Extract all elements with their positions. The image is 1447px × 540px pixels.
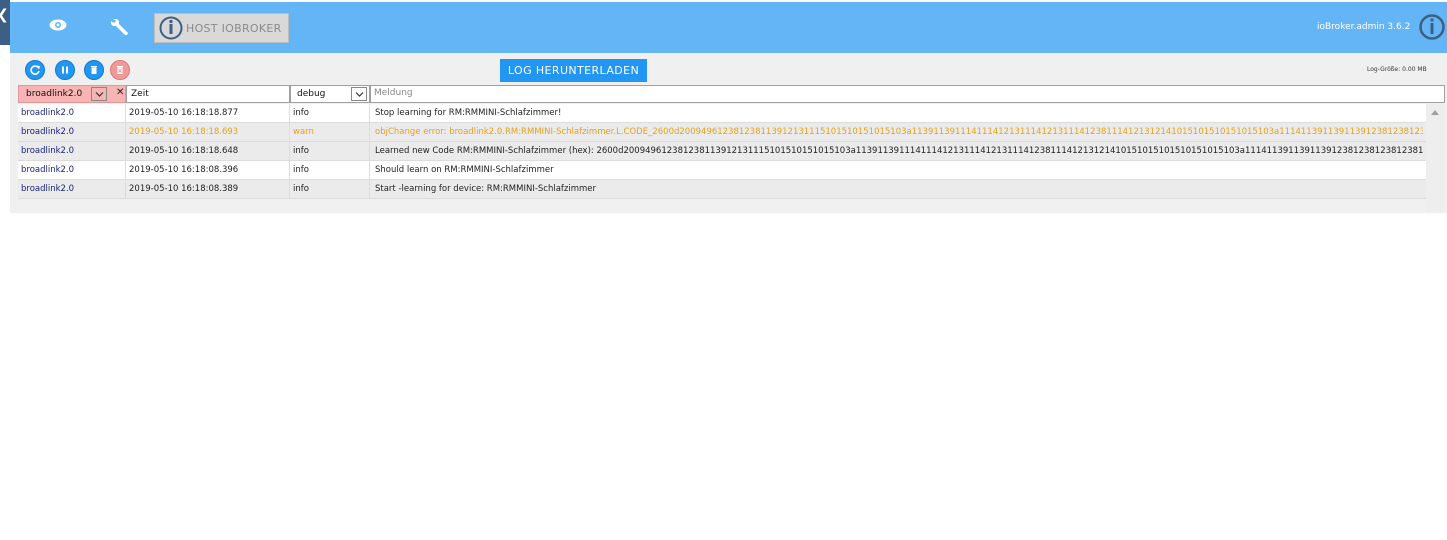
severity-filter-value: debug (297, 89, 326, 99)
delete-all-icon (117, 66, 123, 74)
delete-icon (91, 66, 97, 74)
refresh-button[interactable] (25, 60, 45, 80)
time-filter-label: Zeit (131, 89, 149, 99)
log-time: 2019-05-10 16:18:18.648 (129, 146, 239, 156)
iobroker-logo-icon (159, 16, 183, 40)
delete-button[interactable] (84, 60, 104, 80)
chevron-down-icon (95, 92, 104, 97)
top-bar: HOST IOBROKER ioBroker.admin 3.6.2 (10, 2, 1447, 53)
log-row: broadlink2.0 2019-05-10 16:18:18.877 inf… (18, 104, 1426, 123)
host-button[interactable]: HOST IOBROKER (154, 13, 289, 43)
refresh-icon (30, 65, 40, 75)
chevron-down-icon (355, 92, 364, 97)
log-message: Should learn on RM:RMMINI-Schlafzimmer (375, 165, 554, 175)
eye-icon[interactable] (49, 19, 67, 31)
log-message: Learned new Code RM:RMMINI-Schlafzimmer … (375, 146, 1423, 156)
log-time: 2019-05-10 16:18:18.877 (129, 108, 239, 118)
time-filter[interactable]: Zeit (126, 85, 290, 103)
column-divider (369, 104, 370, 199)
instance-dropdown[interactable] (91, 87, 107, 101)
scrollbar[interactable] (1426, 104, 1445, 213)
back-arrow-icon[interactable]: ❮ (0, 8, 9, 22)
log-severity: info (293, 146, 309, 156)
instance-filter[interactable]: broadlink2.0 ✕ (18, 85, 126, 103)
log-severity: info (293, 108, 309, 118)
pause-icon (62, 66, 68, 74)
log-table: broadlink2.0 2019-05-10 16:18:18.877 inf… (18, 104, 1426, 199)
log-size-label: Log-Größe: 0.00 MB (1367, 66, 1427, 73)
log-severity: warn (293, 127, 314, 137)
version-label: ioBroker.admin 3.6.2 (1317, 22, 1411, 32)
log-message: Start -learning for device: RM:RMMINI-Sc… (375, 184, 597, 194)
instance-filter-value: broadlink2.0 (26, 89, 83, 99)
delete-all-button[interactable] (110, 60, 130, 80)
pause-button[interactable] (55, 60, 75, 80)
log-severity: info (293, 184, 309, 194)
download-log-button[interactable]: LOG HERUNTERLADEN (500, 59, 647, 82)
log-severity: info (293, 165, 309, 175)
host-label: HOST IOBROKER (186, 22, 282, 35)
column-divider (289, 104, 290, 199)
log-row: broadlink2.0 2019-05-10 16:18:18.693 war… (18, 123, 1426, 142)
log-time: 2019-05-10 16:18:08.396 (129, 165, 239, 175)
severity-filter[interactable]: debug (290, 85, 370, 103)
log-message: objChange error: broadlink2.0.RM:RMMINI-… (375, 127, 1423, 137)
iobroker-logo-icon[interactable] (1419, 14, 1445, 40)
wrench-icon[interactable] (110, 16, 130, 36)
left-edge-strip: ❮ (0, 0, 10, 45)
clear-filter-button[interactable]: ✕ (116, 87, 124, 98)
log-message: Stop learning for RM:RMMINI-Schlafzimmer… (375, 108, 562, 118)
log-source: broadlink2.0 (21, 127, 75, 137)
severity-dropdown[interactable] (351, 87, 367, 101)
log-row: broadlink2.0 2019-05-10 16:18:08.396 inf… (18, 161, 1426, 180)
message-filter-input[interactable] (374, 88, 1434, 98)
log-time: 2019-05-10 16:18:18.693 (129, 127, 239, 137)
log-source: broadlink2.0 (21, 146, 75, 156)
log-row: broadlink2.0 2019-05-10 16:18:08.389 inf… (18, 180, 1426, 199)
log-time: 2019-05-10 16:18:08.389 (129, 184, 239, 194)
log-source: broadlink2.0 (21, 184, 75, 194)
log-source: broadlink2.0 (21, 108, 75, 118)
log-source: broadlink2.0 (21, 165, 75, 175)
message-filter[interactable] (370, 85, 1445, 103)
scroll-up-icon[interactable] (1431, 109, 1439, 115)
filter-row: broadlink2.0 ✕ Zeit debug (18, 85, 1445, 104)
column-divider (125, 104, 126, 199)
log-row: broadlink2.0 2019-05-10 16:18:18.648 inf… (18, 142, 1426, 161)
